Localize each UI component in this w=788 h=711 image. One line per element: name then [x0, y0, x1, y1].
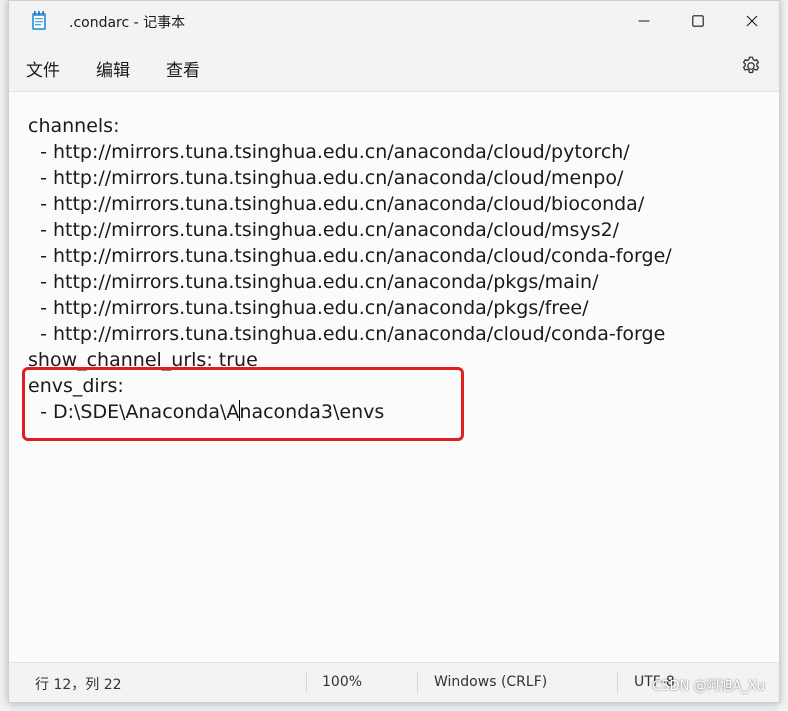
- title-bar[interactable]: .condarc - 记事本: [9, 1, 779, 41]
- window-title: .condarc - 记事本: [69, 15, 186, 31]
- menu-bar: 文件 编辑 查看: [9, 41, 779, 92]
- text-line: - http://mirrors.tuna.tsinghua.edu.cn/an…: [28, 271, 599, 293]
- text-line: - http://mirrors.tuna.tsinghua.edu.cn/an…: [28, 245, 672, 267]
- text-line: - http://mirrors.tuna.tsinghua.edu.cn/an…: [28, 167, 624, 189]
- status-divider: [306, 671, 307, 693]
- zoom-level[interactable]: 100%: [322, 674, 362, 690]
- text-line: - http://mirrors.tuna.tsinghua.edu.cn/an…: [28, 219, 620, 241]
- menu-edit[interactable]: 编辑: [96, 56, 130, 81]
- minimize-icon: [638, 15, 650, 27]
- text-line: - http://mirrors.tuna.tsinghua.edu.cn/an…: [28, 193, 645, 215]
- menu-file[interactable]: 文件: [26, 56, 60, 81]
- close-icon: [746, 15, 758, 27]
- watermark: CSDN @阿旭A_Xu: [652, 679, 765, 694]
- text-line: channels:: [28, 115, 120, 137]
- text-line: - http://mirrors.tuna.tsinghua.edu.cn/an…: [28, 323, 666, 345]
- status-bar: 行 12，列 22 100% Windows (CRLF) UTF-8 CSDN…: [9, 662, 779, 702]
- menu-view[interactable]: 查看: [166, 56, 200, 81]
- maximize-button[interactable]: [671, 1, 725, 41]
- text-editor[interactable]: channels: - http://mirrors.tuna.tsinghua…: [9, 92, 779, 663]
- notepad-icon: [31, 11, 47, 31]
- annotation-highlight-box: [22, 367, 464, 441]
- status-divider: [417, 671, 418, 693]
- maximize-icon: [692, 15, 704, 27]
- text-line: - http://mirrors.tuna.tsinghua.edu.cn/an…: [28, 297, 589, 319]
- minimize-button[interactable]: [617, 1, 671, 41]
- line-ending[interactable]: Windows (CRLF): [434, 674, 547, 690]
- text-line: - http://mirrors.tuna.tsinghua.edu.cn/an…: [28, 141, 630, 163]
- notepad-window: .condarc - 记事本 文件 编辑 查看 channels: - http…: [8, 0, 780, 703]
- close-button[interactable]: [725, 1, 779, 41]
- gear-icon[interactable]: [740, 55, 762, 77]
- status-divider: [617, 671, 618, 693]
- cursor-position: 行 12，列 22: [35, 677, 122, 693]
